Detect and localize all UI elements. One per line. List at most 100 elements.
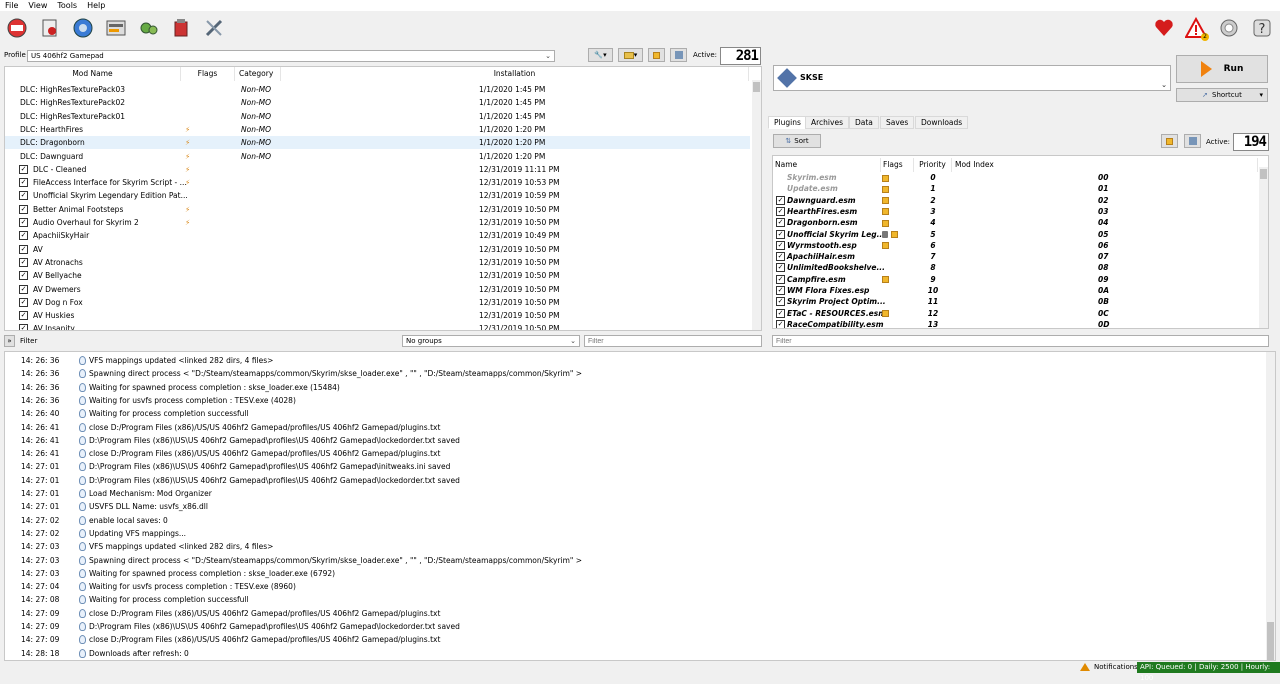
col-plugin-name[interactable]: Name	[773, 158, 881, 172]
support-icon[interactable]	[1216, 15, 1242, 41]
instance-icon[interactable]	[4, 15, 30, 41]
run-button[interactable]: Run	[1176, 55, 1268, 83]
tab-saves[interactable]: Saves	[880, 116, 915, 129]
tab-downloads[interactable]: Downloads	[915, 116, 969, 129]
plugin-row[interactable]: ✓ ETaC - RESOURCES.esm 12 0C	[773, 308, 1258, 319]
col-category[interactable]: Category	[235, 67, 281, 81]
restore-plugins-button[interactable]	[1161, 134, 1178, 148]
notifications-label[interactable]: Notifications	[1094, 663, 1138, 671]
mod-row[interactable]: ✓ AV Huskies 12/31/2019 10:50 PM	[5, 309, 750, 322]
restore-backup-button[interactable]	[648, 48, 665, 62]
shortcut-button[interactable]: ➚ Shortcut ▾	[1176, 88, 1268, 102]
expand-filters-button[interactable]: »	[4, 335, 15, 347]
mod-row[interactable]: DLC: HighResTexturePack01 Non-MO 1/1/2020 …	[5, 110, 750, 123]
plugin-checkbox[interactable]: ✓	[776, 252, 785, 262]
plugin-checkbox[interactable]: ✓	[776, 206, 785, 216]
plugin-checkbox[interactable]: ✓	[776, 240, 785, 250]
plugin-row[interactable]: ✓ UnlimitedBookshelve... 8 08	[773, 262, 1258, 273]
profile-select[interactable]: US 406hf2 Gamepad ⌄	[27, 50, 555, 62]
mod-row[interactable]: ✓ DLC - Cleaned ⚡ 12/31/2019 11:11 PM	[5, 163, 750, 176]
mod-row[interactable]: ✓ Audio Overhaul for Skyrim 2 ⚡ 12/31/2019 …	[5, 216, 750, 229]
mod-checkbox[interactable]: ✓	[19, 284, 28, 294]
menu-help[interactable]: Help	[82, 0, 110, 11]
plugin-filter-input[interactable]	[772, 335, 1269, 347]
browser-icon[interactable]	[70, 15, 96, 41]
plugin-row[interactable]: ✓ Dawnguard.esm 2 02	[773, 195, 1258, 206]
mod-filter-input[interactable]	[584, 335, 762, 347]
mod-row[interactable]: DLC: HighResTexturePack03 Non-MO 1/1/2020 …	[5, 83, 750, 96]
mod-row[interactable]: ✓ AV Dwemers 12/31/2019 10:50 PM	[5, 283, 750, 296]
mod-checkbox[interactable]: ✓	[19, 204, 28, 214]
tab-plugins[interactable]: Plugins	[768, 116, 807, 129]
plugin-row[interactable]: ✓ WM Flora Fixes.esp 10 0A	[773, 285, 1258, 296]
mod-row[interactable]: ✓ AV Bellyache 12/31/2019 10:50 PM	[5, 269, 750, 282]
mod-row[interactable]: ✓ AV Atronachs 12/31/2019 10:50 PM	[5, 256, 750, 269]
plugin-checkbox[interactable]: ✓	[776, 229, 785, 239]
plugin-checkbox[interactable]: ✓	[776, 274, 785, 284]
help-icon[interactable]: ?	[1249, 15, 1275, 41]
create-backup-button[interactable]	[670, 48, 687, 62]
plugin-row[interactable]: ✓ Campfire.esm 9 09	[773, 274, 1258, 285]
mod-checkbox[interactable]: ✓	[19, 244, 28, 254]
menu-tools[interactable]: Tools	[52, 0, 82, 11]
mod-row[interactable]: DLC: Dragonborn ⚡ Non-MO 1/1/2020 1:20 PM	[5, 136, 750, 150]
tab-archives[interactable]: Archives	[805, 116, 849, 129]
col-installation[interactable]: Installation	[281, 67, 749, 81]
mod-checkbox[interactable]: ✓	[19, 191, 28, 201]
col-flags[interactable]: Flags	[181, 67, 235, 81]
menu-view[interactable]: View	[23, 0, 52, 11]
executables-icon[interactable]	[103, 15, 129, 41]
open-folder-button[interactable]: ▾	[618, 48, 643, 62]
mod-row[interactable]: ✓ Unofficial Skyrim Legendary Edition Pat…	[5, 189, 750, 202]
col-mod-name[interactable]: Mod Name	[5, 67, 181, 81]
tab-data[interactable]: Data	[849, 116, 879, 129]
plugin-row[interactable]: Update.esm 1 01	[773, 183, 1258, 194]
col-plugin-flags[interactable]: Flags	[881, 158, 914, 172]
mod-checkbox[interactable]: ✓	[19, 271, 28, 281]
mod-checkbox[interactable]: ✓	[19, 231, 28, 241]
tools-icon[interactable]	[201, 15, 227, 41]
plugin-checkbox[interactable]: ✓	[776, 297, 785, 307]
mod-row[interactable]: ✓ AV 12/31/2019 10:50 PM	[5, 243, 750, 256]
settings-icon[interactable]	[136, 15, 162, 41]
mod-row[interactable]: ✓ ApachiiSkyHair 12/31/2019 10:49 PM	[5, 229, 750, 242]
groups-select[interactable]: No groups ⌄	[402, 335, 580, 347]
col-mod-index[interactable]: Mod Index	[952, 158, 1258, 172]
backup-plugins-button[interactable]	[1184, 134, 1201, 148]
mod-row[interactable]: DLC: HighResTexturePack02 Non-MO 1/1/2020 …	[5, 96, 750, 109]
update-icon[interactable]	[169, 15, 195, 41]
archive-icon[interactable]	[37, 15, 63, 41]
executable-select[interactable]: SKSE ⌄	[773, 65, 1171, 91]
plugin-checkbox[interactable]: ✓	[776, 218, 785, 228]
plugin-checkbox[interactable]: ✓	[776, 308, 785, 318]
mod-row[interactable]: DLC: HearthFires ⚡ Non-MO 1/1/2020 1:20 PM	[5, 123, 750, 136]
plugin-row[interactable]: ✓ RaceCompatibility.esm 13 0D	[773, 319, 1258, 328]
plugin-row[interactable]: ✓ Skyrim Project Optim... 11 0B	[773, 296, 1258, 307]
modlist-scrollbar[interactable]	[752, 80, 761, 330]
plugin-row[interactable]: Skyrim.esm 0 00	[773, 172, 1258, 183]
plugins-scrollbar[interactable]	[1259, 167, 1268, 328]
endorse-heart-icon[interactable]	[1151, 15, 1177, 41]
log-scrollbar[interactable]	[1266, 352, 1275, 660]
mod-row[interactable]: ✓ FileAccess Interface for Skyrim Script …	[5, 176, 750, 189]
plugin-checkbox[interactable]: ✓	[776, 263, 785, 273]
mod-row[interactable]: ✓ AV Dog n Fox 12/31/2019 10:50 PM	[5, 296, 750, 309]
mod-checkbox[interactable]: ✓	[19, 164, 28, 174]
tools-dropdown-button[interactable]: 🔧▾	[588, 48, 613, 62]
mod-checkbox[interactable]: ✓	[19, 257, 28, 267]
plugin-checkbox[interactable]: ✓	[776, 319, 785, 328]
mod-checkbox[interactable]: ✓	[19, 178, 28, 188]
plugin-checkbox[interactable]: ✓	[776, 195, 785, 205]
mod-row[interactable]: ✓ Better Animal Footsteps ⚡ 12/31/2019 10:5…	[5, 203, 750, 216]
mod-checkbox[interactable]: ✓	[19, 297, 28, 307]
mod-checkbox[interactable]: ✓	[19, 311, 28, 321]
mod-row[interactable]: ✓ AV Insanity 12/31/2019 10:50 PM	[5, 322, 750, 330]
mod-row[interactable]: DLC: Dawnguard ⚡ Non-MO 1/1/2020 1:20 PM	[5, 150, 750, 163]
mod-checkbox[interactable]: ✓	[19, 218, 28, 227]
plugin-row[interactable]: ✓ Wyrmstooth.esp 6 06	[773, 240, 1258, 251]
plugin-row[interactable]: ✓ Unofficial Skyrim Leg... 5 05	[773, 229, 1258, 240]
plugin-row[interactable]: ✓ ApachiiHair.esm 7 07	[773, 251, 1258, 262]
problems-warning-icon[interactable]: 2	[1183, 15, 1209, 41]
plugin-row[interactable]: ✓ HearthFires.esm 3 03	[773, 206, 1258, 217]
plugin-checkbox[interactable]: ✓	[776, 286, 785, 295]
